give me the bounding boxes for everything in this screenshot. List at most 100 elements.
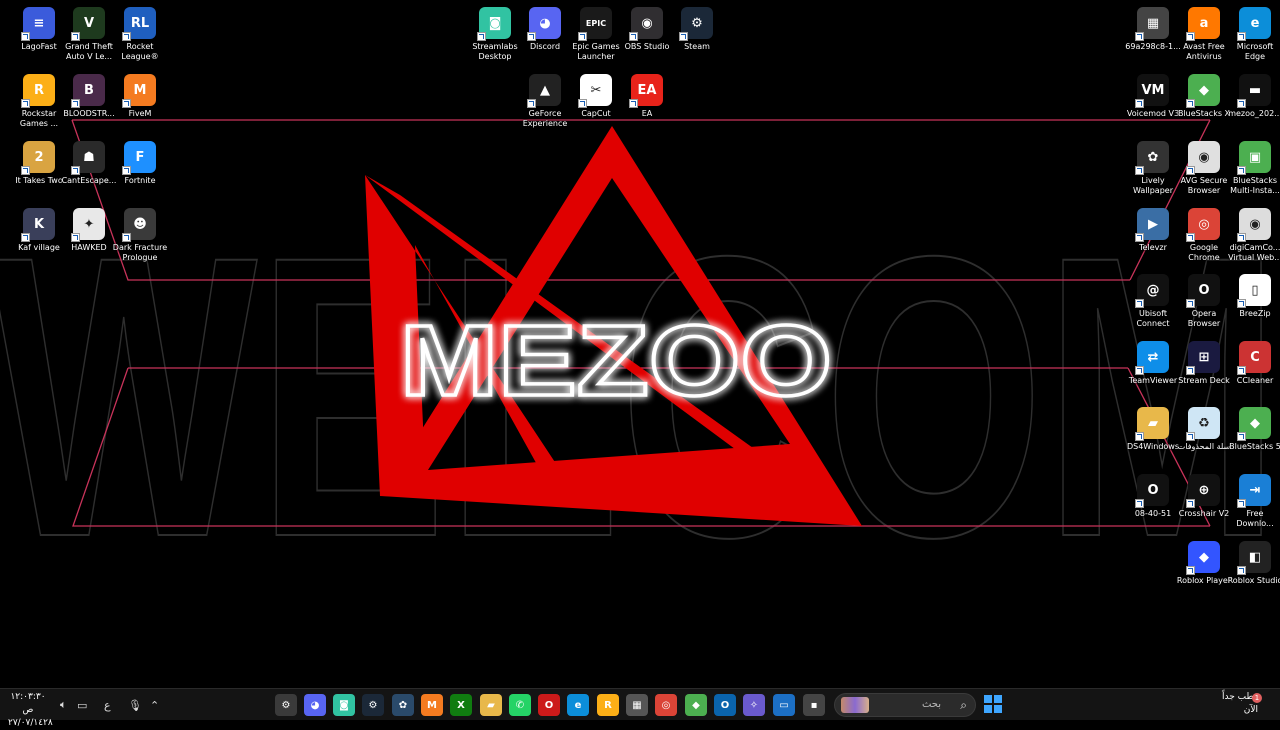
desktop-icon[interactable]: ⚙ Steam (670, 2, 724, 52)
rockstar-app-icon[interactable]: R (597, 694, 619, 716)
desktop-icon[interactable]: K Kaf village (12, 203, 66, 253)
desktop-icon[interactable]: R Rockstar Games ... (12, 69, 66, 129)
desktop-icon[interactable]: ◆ BlueStacks 5 (1228, 402, 1280, 452)
desktop-icon[interactable]: ◧ Roblox Studio (1228, 536, 1280, 586)
televzr-icon: ▶ (1135, 208, 1169, 242)
shortcut-arrow-icon (21, 32, 30, 41)
microphone-icon[interactable]: 🎙︎ (128, 696, 142, 714)
desktop-icon[interactable]: VM Voicemod V3 (1126, 69, 1180, 119)
mezoo-logo-text: MEZOO (400, 305, 832, 417)
desktop-icon[interactable]: ◕ Discord (518, 2, 572, 52)
file-explorer-app-icon[interactable]: ▰ (480, 694, 502, 716)
desktop-icon[interactable]: B BLOODSTR... (62, 69, 116, 119)
desktop-icon[interactable]: ⇄ TeamViewer (1126, 336, 1180, 386)
desktop-icon[interactable]: ◉ OBS Studio (620, 2, 674, 52)
digicam-icon: ◉ (1237, 208, 1271, 242)
taskbar-search-box[interactable]: بحث ⌕ (834, 693, 976, 717)
desktop-icon-label: Kaf village (18, 243, 60, 252)
shortcut-arrow-icon (527, 99, 536, 108)
desktop-icon[interactable]: ⊞ Stream Deck (1177, 336, 1231, 386)
edge-app-icon[interactable]: e (567, 694, 589, 716)
chevron-up-icon[interactable]: ⌃ (150, 696, 159, 714)
weather-subtitle: الآن (1243, 705, 1258, 715)
unknown-app-icon[interactable]: ▪ (803, 694, 825, 716)
taskbar-clock[interactable]: ١٢:٠٣:٣٠ ص ٢٧/٠٧/١٤٢٨ (8, 691, 53, 730)
desktop-icon[interactable]: ♻ سلة المحذوفات (1177, 402, 1231, 452)
shortcut-arrow-icon (71, 233, 80, 242)
desktop-icon-label: EA (641, 109, 653, 118)
desktop-icon[interactable]: ✦ HAWKED (62, 203, 116, 253)
whatsapp-app-icon[interactable]: ✆ (509, 694, 531, 716)
desktop-icon[interactable]: O 08-40-51 (1126, 469, 1180, 519)
desktop-icon[interactable]: ☻ Dark Fracture Prologue (113, 203, 167, 263)
desktop-icon[interactable]: ▬ mezoo_202... (1228, 69, 1280, 119)
copilot-app-icon[interactable]: ✧ (743, 694, 765, 716)
desktop-icon[interactable]: O Opera Browser (1177, 269, 1231, 329)
desktop-icon-label: AVG Secure Browser (1180, 176, 1228, 195)
desktop-icon[interactable]: ◆ BlueStacks X (1177, 69, 1231, 119)
desktop-icon[interactable]: F Fortnite (113, 136, 167, 186)
bluestacks-app-icon[interactable]: ◆ (685, 694, 707, 716)
desktop-icon[interactable]: @ Ubisoft Connect (1126, 269, 1180, 329)
desktop-icon[interactable]: RL Rocket League® (113, 2, 167, 62)
bluestacks-5-icon: ◆ (1237, 407, 1271, 441)
settings-app-icon[interactable]: ⚙ (275, 694, 297, 716)
desktop-icon-label: سلة المحذوفات (1177, 442, 1231, 451)
desktop-icon-label: Streamlabs Desktop (472, 42, 518, 61)
desktop-icon[interactable]: EPIC Epic Games Launcher (569, 2, 623, 62)
desktop-icon[interactable]: 2 It Takes Two (12, 136, 66, 186)
epic-games-icon: EPIC (578, 7, 612, 41)
desktop-icon[interactable]: ◆ Roblox Player (1177, 536, 1231, 586)
streamlabs-app-icon[interactable]: ◙ (333, 694, 355, 716)
desktop-icon[interactable]: ⊕ Crosshair V2 (1177, 469, 1231, 519)
desktop-icon[interactable]: e Microsoft Edge (1228, 2, 1280, 62)
xbox-app-icon[interactable]: X (450, 694, 472, 716)
desktop-icon[interactable]: ◉ AVG Secure Browser (1177, 136, 1231, 196)
notification-badge[interactable]: 1 (1252, 693, 1262, 703)
desktop-icon[interactable]: a Avast Free Antivirus (1177, 2, 1231, 62)
desktop-icon[interactable]: ▶ Televzr (1126, 203, 1180, 253)
desktop-icon[interactable]: ◙ Streamlabs Desktop (468, 2, 522, 62)
desktop-icon[interactable]: ≡ LagoFast (12, 2, 66, 52)
desktop-icon-label: BlueStacks 5 (1229, 442, 1280, 451)
desktop-icon[interactable]: ▯ BreeZip (1228, 269, 1280, 319)
desktop-icon[interactable]: ☗ CantEscape... (62, 136, 116, 186)
steam-icon: ⚙ (679, 7, 713, 41)
desktop-icon-label: LagoFast (21, 42, 57, 51)
desktop-icon[interactable]: ▲ GeForce Experience (518, 69, 572, 129)
desktop-icon[interactable]: C CCleaner (1228, 336, 1280, 386)
desktop-icon-label: Epic Games Launcher (572, 42, 620, 61)
shortcut-arrow-icon (1135, 32, 1144, 41)
crosshair-icon: ⊕ (1186, 474, 1220, 508)
screen-app-icon[interactable]: ▭ (773, 694, 795, 716)
discord-app-icon[interactable]: ◕ (304, 694, 326, 716)
desktop-icon[interactable]: M FiveM (113, 69, 167, 119)
desktop-icon[interactable]: V Grand Theft Auto V Le... (62, 2, 116, 62)
desktop-icon[interactable]: ✿ Lively Wallpaper (1126, 136, 1180, 196)
desktop-icon-label: Roblox Player (1176, 576, 1232, 585)
desktop-icon[interactable]: EA EA (620, 69, 674, 119)
desktop-icon[interactable]: ⇥ Free Downlo... (1228, 469, 1280, 529)
volume-icon[interactable]: 🔈︎ (60, 696, 67, 714)
shortcut-arrow-icon (1135, 299, 1144, 308)
desktop-icon[interactable]: ◉ digiCamCo... Virtual Web... (1228, 203, 1280, 263)
windows-start-icon[interactable] (984, 695, 1002, 713)
lively-app-icon[interactable]: ✿ (392, 694, 414, 716)
desktop-icon[interactable]: ▰ DS4Windows (1126, 402, 1180, 452)
desktop-icon[interactable]: ✂ CapCut (569, 69, 623, 119)
desktop-icon[interactable]: ◎ Google Chrome (1177, 203, 1231, 263)
shortcut-arrow-icon (1186, 299, 1195, 308)
outlook-app-icon[interactable]: O (714, 694, 736, 716)
store-app-icon[interactable]: ▦ (626, 694, 648, 716)
desktop-icon[interactable]: ▦ 69a298c8-1... (1125, 2, 1181, 52)
steam-app-icon[interactable]: ⚙ (362, 694, 384, 716)
capcut-icon: ✂ (578, 74, 612, 108)
shortcut-arrow-icon (21, 233, 30, 242)
opera-app-icon[interactable]: O (538, 694, 560, 716)
image-file-icon: ▦ (1135, 7, 1169, 41)
chrome-app-icon[interactable]: ◎ (655, 694, 677, 716)
desktop-icon[interactable]: ▣ BlueStacks Multi-Insta... (1228, 136, 1280, 196)
fivem-app-icon[interactable]: M (421, 694, 443, 716)
keyboard-language[interactable]: ع (104, 696, 111, 714)
network-icon[interactable]: ▭ (77, 696, 87, 714)
